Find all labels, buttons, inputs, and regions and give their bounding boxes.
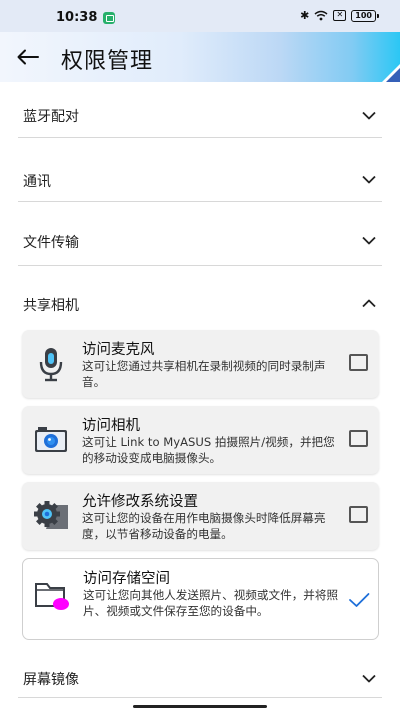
section-label: 共享相机: [23, 298, 79, 314]
divider: [18, 697, 382, 698]
section-label: 蓝牙配对: [23, 109, 79, 125]
chevron-down-icon: [362, 175, 376, 184]
permission-title: 访问存储空间: [83, 571, 170, 587]
chevron-up-icon: [362, 299, 376, 308]
permission-title: 允许修改系统设置: [82, 494, 198, 510]
permission-card-camera[interactable]: 访问相机 这可让 Link to MyASUS 拍摄照片/视频，并把您的移动设变…: [22, 406, 379, 474]
microphone-icon: [39, 348, 63, 382]
folder-icon: [35, 583, 69, 610]
section-label: 文件传输: [23, 235, 79, 251]
divider: [18, 265, 382, 266]
checkmark-icon[interactable]: [348, 592, 370, 608]
permission-description: 这可让您向其他人发送照片、视频或文件，并将照片、视频或文件保存至您的设备中。: [83, 588, 339, 618]
permission-title: 访问相机: [82, 418, 140, 434]
gesture-navigation-bar[interactable]: [133, 705, 267, 708]
permission-description: 这可让 Link to MyASUS 拍摄照片/视频，并把您的移动设变成电脑摄像…: [82, 435, 335, 465]
section-screen-mirroring[interactable]: 屏幕镜像: [18, 658, 382, 698]
settings-gear-icon: [34, 501, 68, 529]
back-button[interactable]: [12, 42, 44, 72]
corner-decoration: [382, 64, 400, 82]
chevron-down-icon: [362, 674, 376, 683]
arrow-left-icon: [17, 49, 39, 65]
status-icons: ✱ ✕ 100: [300, 9, 379, 22]
permission-title: 访问麦克风: [82, 342, 155, 358]
section-bluetooth-pairing[interactable]: 蓝牙配对: [18, 95, 382, 135]
status-bar: 10:38 ✱ ✕ 100: [0, 0, 400, 32]
permission-checkbox[interactable]: [349, 506, 368, 523]
camera-icon: [35, 427, 67, 452]
section-shared-camera[interactable]: 共享相机: [18, 284, 382, 324]
wifi-icon: [314, 10, 328, 21]
permission-checkbox[interactable]: [349, 430, 368, 447]
section-communication[interactable]: 通讯: [18, 160, 382, 200]
page-title: 权限管理: [61, 49, 154, 74]
permission-card-system-settings[interactable]: 允许修改系统设置 这可让您的设备在用作电脑摄像头时降低屏幕亮度，以节省移动设备的…: [22, 482, 379, 550]
app-notification-icon: [103, 12, 115, 24]
battery-indicator: 100: [351, 9, 379, 22]
permission-checkbox[interactable]: [349, 354, 368, 371]
section-label: 屏幕镜像: [23, 672, 79, 688]
permission-card-storage[interactable]: 访问存储空间 这可让您向其他人发送照片、视频或文件，并将照片、视频或文件保存至您…: [22, 558, 379, 640]
no-sim-icon: ✕: [333, 10, 347, 21]
permission-description: 这可让您通过共享相机在录制视频的同时录制声音。: [82, 359, 326, 389]
app-bar: 权限管理: [0, 32, 400, 82]
bluetooth-icon: ✱: [300, 9, 310, 22]
permission-card-microphone[interactable]: 访问麦克风 这可让您通过共享相机在录制视频的同时录制声音。: [22, 330, 379, 398]
chevron-down-icon: [362, 111, 376, 120]
divider: [18, 137, 382, 138]
status-time: 10:38: [56, 10, 98, 25]
divider: [18, 201, 382, 202]
permission-description: 这可让您的设备在用作电脑摄像头时降低屏幕亮度，以节省移动设备的电量。: [82, 511, 326, 541]
section-label: 通讯: [23, 174, 51, 190]
clipped-text-fragment: [95, 126, 155, 130]
section-file-transfer[interactable]: 文件传输: [18, 221, 382, 261]
chevron-down-icon: [362, 236, 376, 245]
